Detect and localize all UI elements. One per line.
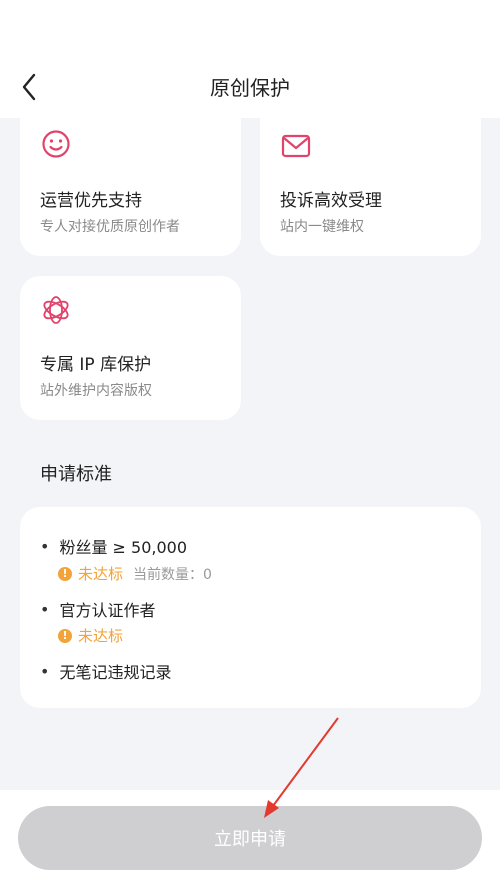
criteria-item: • 粉丝量 ≥ 50,000	[40, 534, 187, 558]
benefit-title: 运营优先支持	[40, 191, 142, 211]
flower-icon	[43, 296, 69, 324]
benefit-title: 投诉高效受理	[280, 191, 382, 211]
bullet: •	[40, 661, 50, 681]
criteria-status: ! 未达标 当前数量：0	[58, 563, 212, 584]
mail-icon	[281, 134, 311, 158]
warning-icon: !	[58, 628, 72, 643]
benefit-title: 专属 IP 库保护	[40, 355, 152, 375]
benefit-card-complaint-handling: 投诉高效受理 站内一键维权	[260, 100, 481, 256]
status-text: 未达标	[78, 627, 124, 645]
bullet: •	[40, 599, 50, 619]
smile-icon	[42, 130, 70, 158]
benefit-subtitle: 专人对接优质原创作者	[40, 219, 180, 235]
criteria-card: • 粉丝量 ≥ 50,000 ! 未达标 当前数量：0 • 官方认证作者 ! 未…	[20, 507, 481, 708]
criteria-label: 官方认证作者	[59, 601, 156, 620]
warning-icon: !	[58, 566, 72, 581]
benefit-card-operation-support: 运营优先支持 专人对接优质原创作者	[20, 100, 241, 256]
status-text: 未达标	[78, 565, 124, 583]
bullet: •	[40, 536, 50, 556]
status-extra: 当前数量：0	[133, 566, 212, 583]
benefit-subtitle: 站内一键维权	[280, 219, 364, 235]
apply-button[interactable]: 立即申请	[18, 806, 482, 870]
criteria-label: 粉丝量 ≥ 50,000	[59, 538, 188, 557]
page-title: 原创保护	[210, 76, 290, 100]
criteria-item: • 无笔记违规记录	[40, 659, 171, 683]
benefit-card-ip-protection: 专属 IP 库保护 站外维护内容版权	[20, 276, 241, 420]
section-title: 申请标准	[40, 464, 112, 485]
criteria-label: 无笔记违规记录	[59, 663, 172, 682]
benefit-subtitle: 站外维护内容版权	[40, 383, 152, 399]
criteria-item: • 官方认证作者	[40, 597, 155, 621]
criteria-status: ! 未达标	[58, 625, 133, 646]
